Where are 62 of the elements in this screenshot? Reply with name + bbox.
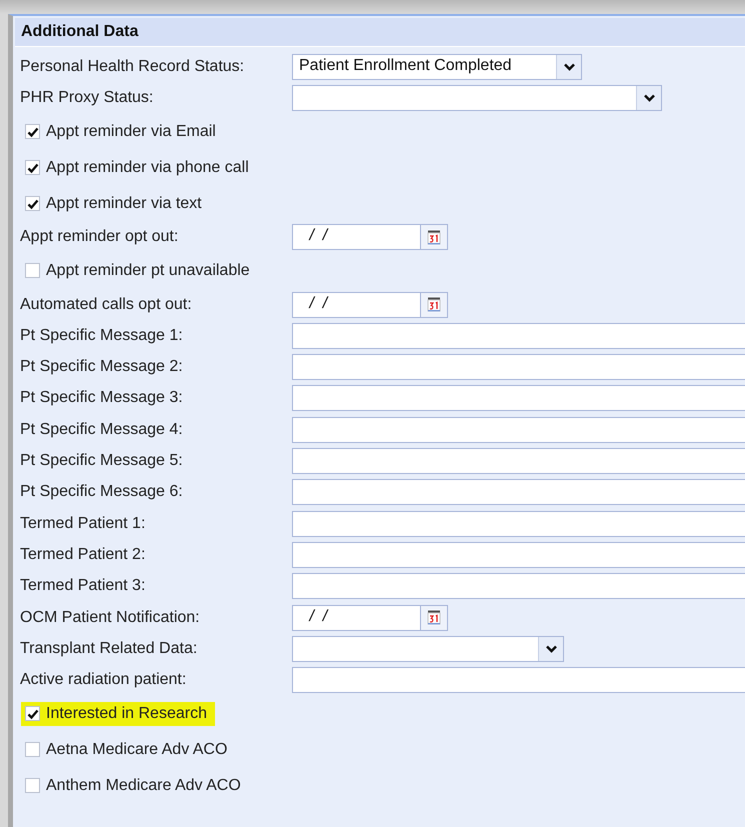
text-field[interactable]	[292, 542, 745, 568]
field-label: Pt Specific Message 4:	[20, 420, 184, 439]
field-label: Pt Specific Message 1:	[20, 326, 184, 345]
chevron-down-icon	[564, 62, 574, 71]
checkbox-label: Appt reminder via text	[46, 194, 202, 213]
checkbox[interactable]	[25, 706, 40, 722]
checkbox-label: Interested in Research	[46, 704, 207, 723]
checkbox-label: Appt reminder via phone call	[46, 158, 249, 177]
field-label: Termed Patient 1:	[20, 514, 146, 533]
calendar-icon	[428, 298, 440, 312]
text-field[interactable]	[292, 385, 745, 412]
calendar-icon	[428, 230, 440, 244]
checkbox[interactable]	[25, 778, 40, 794]
checkbox-label: Anthem Medicare Adv ACO	[46, 776, 241, 795]
text-field[interactable]	[292, 573, 745, 600]
calendar-button[interactable]	[420, 604, 448, 630]
text-field[interactable]	[292, 510, 745, 537]
checkbox[interactable]	[25, 742, 40, 758]
panel-title: Additional Data	[15, 18, 745, 47]
calendar-button[interactable]	[420, 224, 448, 250]
field-label: Appt reminder opt out:	[20, 228, 180, 246]
dropdown-button[interactable]	[636, 86, 661, 110]
date-field[interactable]: / /	[292, 224, 420, 250]
field-label: Personal Health Record Status:	[20, 58, 246, 76]
text-field[interactable]	[292, 479, 745, 506]
checkbox[interactable]	[25, 263, 40, 278]
dropdown-value: Patient Enrollment Completed	[298, 56, 513, 76]
check-icon	[26, 162, 38, 174]
text-field[interactable]	[292, 667, 745, 694]
field-label: Pt Specific Message 3:	[20, 389, 184, 408]
field-label: Pt Specific Message 6:	[20, 483, 184, 502]
chevron-down-icon	[644, 94, 654, 102]
field-label: Pt Specific Message 2:	[20, 358, 184, 376]
checkbox[interactable]	[25, 124, 40, 140]
checkbox[interactable]	[25, 160, 40, 176]
text-field[interactable]	[292, 448, 745, 474]
check-icon	[26, 126, 38, 138]
dropdown-button[interactable]	[538, 636, 563, 661]
field-label: Active radiation patient:	[20, 671, 188, 690]
field-label: Transplant Related Data:	[20, 640, 198, 658]
checkbox-label: Appt reminder via Email	[46, 122, 216, 141]
dropdown-button[interactable]	[556, 54, 581, 79]
calendar-button[interactable]	[420, 292, 448, 318]
checkbox-label: Aetna Medicare Adv ACO	[46, 740, 228, 759]
chevron-down-icon	[546, 644, 556, 653]
check-icon	[26, 708, 38, 720]
text-field[interactable]	[292, 354, 745, 380]
date-field[interactable]: / /	[292, 292, 420, 318]
field-label: Termed Patient 3:	[20, 577, 146, 596]
text-field[interactable]	[292, 322, 745, 349]
checkbox-label: Appt reminder pt unavailable	[46, 262, 250, 280]
field-label: Pt Specific Message 5:	[20, 452, 184, 470]
field-label: Termed Patient 2:	[20, 546, 146, 564]
date-field[interactable]: / /	[292, 604, 420, 630]
calendar-icon	[428, 610, 440, 624]
checkbox[interactable]	[25, 196, 40, 212]
text-field[interactable]	[292, 416, 745, 443]
check-icon	[26, 198, 38, 210]
dropdown[interactable]: Patient Enrollment Completed	[292, 54, 582, 80]
field-label: OCM Patient Notification:	[20, 608, 201, 626]
field-label: Automated calls opt out:	[20, 296, 193, 314]
field-label: PHR Proxy Status:	[20, 88, 154, 107]
